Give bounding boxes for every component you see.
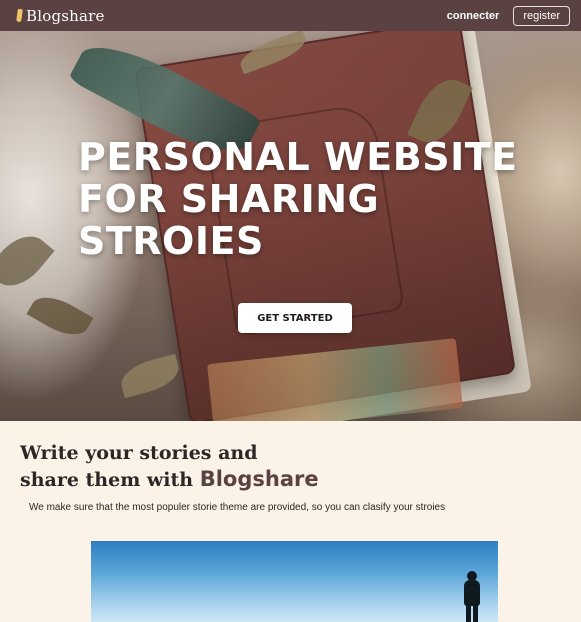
brand-name: Blogshare xyxy=(26,6,105,25)
section-heading: Write your stories and share them with B… xyxy=(20,440,420,493)
hero-title: PERSONAL WEBSITE FOR SHARING STROIES xyxy=(78,135,518,263)
silhouette-leg xyxy=(466,604,471,622)
silhouette-body xyxy=(464,580,480,606)
silhouette-leg xyxy=(473,604,478,622)
connect-link[interactable]: connecter xyxy=(447,10,500,22)
person-silhouette xyxy=(461,571,483,622)
heading-line-1: Write your stories and xyxy=(20,442,258,464)
quill-icon xyxy=(16,8,23,23)
brand-logo[interactable]: Blogshare xyxy=(16,6,105,25)
heading-brand-name: Blogshare xyxy=(199,467,319,491)
top-navbar: Blogshare connecter register xyxy=(0,0,581,31)
get-started-button[interactable]: GET STARTED xyxy=(238,303,352,333)
section-description: We make sure that the most populer stori… xyxy=(29,502,446,513)
nav-actions: connecter register xyxy=(447,5,570,26)
heading-line-2-prefix: share them with xyxy=(20,469,200,491)
hero-section: PERSONAL WEBSITE FOR SHARING STROIES GET… xyxy=(0,31,581,421)
feature-image xyxy=(91,541,498,622)
register-button[interactable]: register xyxy=(513,5,570,26)
